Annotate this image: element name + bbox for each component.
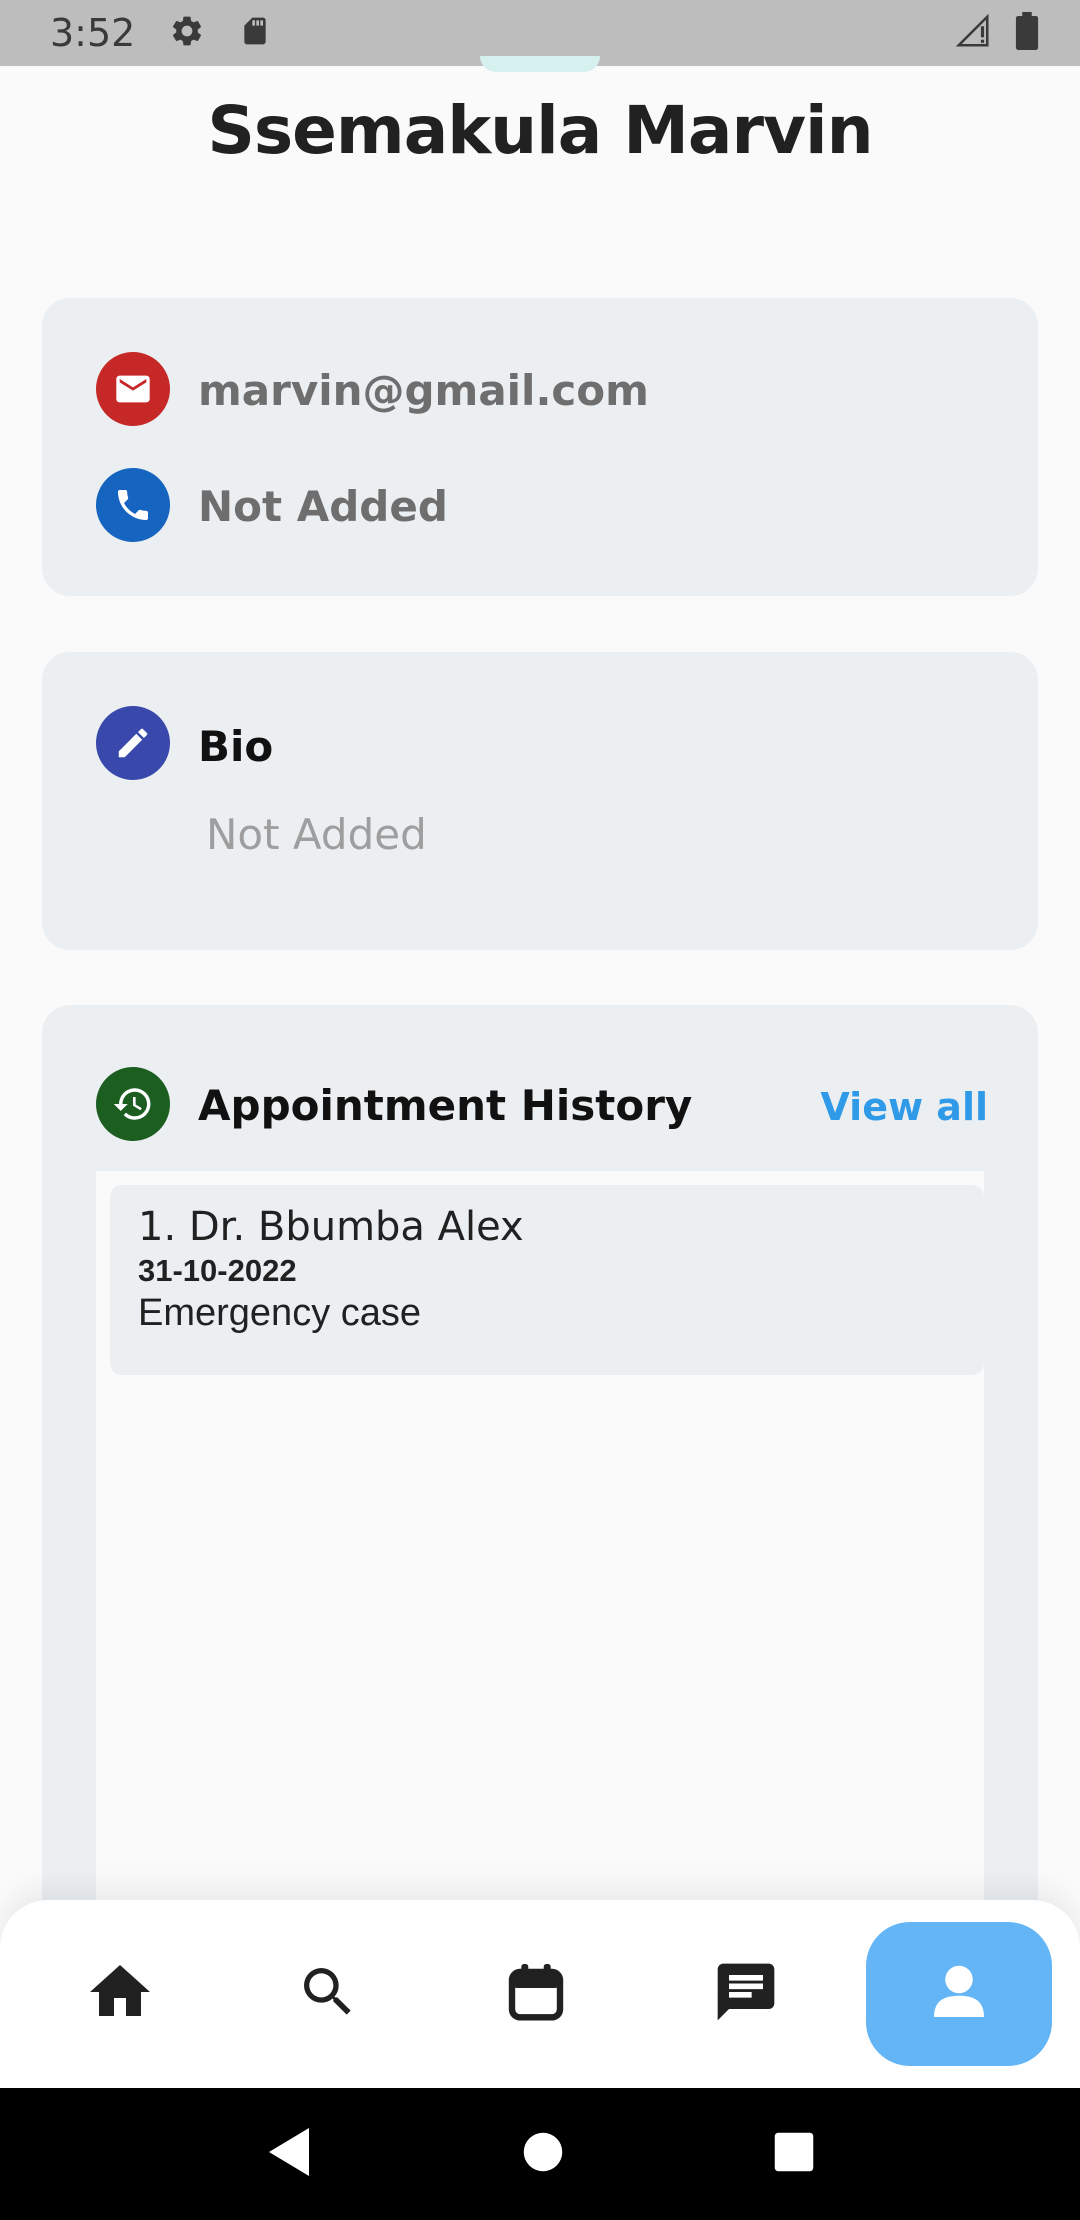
profile-icon <box>934 1962 984 2027</box>
battery-icon <box>1014 11 1040 55</box>
avatar <box>480 56 600 72</box>
bio-title: Bio <box>198 722 274 771</box>
bio-card: Bio Not Added <box>42 652 1038 950</box>
appointment-doctor: 1. Dr. Bbumba Alex <box>138 1204 524 1250</box>
appointment-list: 1. Dr. Bbumba Alex 31-10-2022 Emergency … <box>96 1171 984 1945</box>
nav-search-button[interactable] <box>258 1900 398 2088</box>
recents-icon[interactable] <box>773 2131 815 2178</box>
gear-icon <box>169 13 205 54</box>
history-icon <box>96 1067 170 1141</box>
appointment-date: 31-10-2022 <box>138 1253 297 1288</box>
signal-icon <box>954 12 992 55</box>
phone-icon <box>96 468 170 542</box>
appointment-history-title: Appointment History <box>198 1081 693 1130</box>
email-text: marvin@gmail.com <box>198 366 649 415</box>
contact-card: marvin@gmail.com Not Added <box>42 298 1038 596</box>
search-icon <box>296 1960 360 2029</box>
view-all-link[interactable]: View all <box>820 1085 988 1129</box>
profile-name: Ssemakula Marvin <box>207 92 873 169</box>
pencil-icon <box>96 706 170 780</box>
phone-text: Not Added <box>198 482 448 531</box>
chat-icon <box>712 1958 780 2031</box>
system-navigation-bar <box>0 2088 1080 2220</box>
back-icon[interactable] <box>265 2126 313 2183</box>
bottom-navigation <box>0 1900 1080 2088</box>
sd-card-icon <box>239 14 271 53</box>
nav-profile-button[interactable] <box>866 1922 1052 2066</box>
appointment-history-card: Appointment History View all 1. Dr. Bbum… <box>42 1005 1038 1945</box>
email-icon <box>96 352 170 426</box>
nav-home-button[interactable] <box>50 1900 190 2088</box>
bio-value: Not Added <box>206 810 427 859</box>
nav-calendar-button[interactable] <box>466 1900 606 2088</box>
list-item[interactable]: 1. Dr. Bbumba Alex 31-10-2022 Emergency … <box>110 1185 984 1375</box>
nav-chat-button[interactable] <box>676 1900 816 2088</box>
home-icon <box>84 1956 156 2033</box>
status-time: 3:52 <box>50 11 136 55</box>
home-circle-icon[interactable] <box>522 2131 564 2178</box>
appointment-reason: Emergency case <box>138 1292 422 1334</box>
calendar-icon <box>504 1960 568 2029</box>
